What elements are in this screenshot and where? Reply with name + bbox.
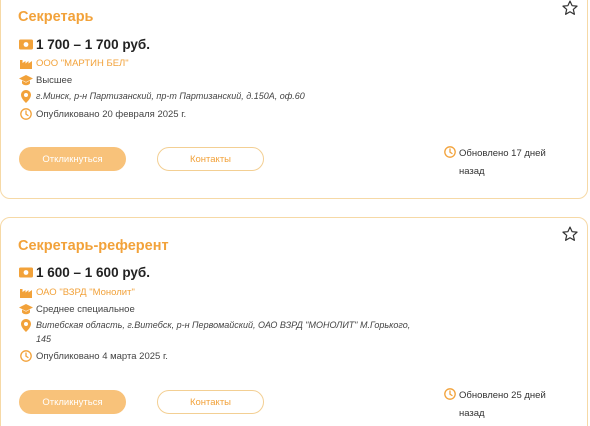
contacts-button[interactable]: Контакты (157, 390, 264, 414)
salary: 1 700 – 1 700 руб. (36, 37, 150, 52)
updated-info: Обновлено 17 дней назад (444, 145, 564, 181)
company-row: ОАО "ВЗРД "Монолит" (19, 285, 135, 299)
updated-text: Обновлено 25 дней (459, 390, 546, 401)
clock-icon (19, 107, 33, 121)
updated-text-2: назад (459, 408, 485, 419)
address-line-1: Витебская область, г.Витебск, р-н Первом… (36, 320, 411, 330)
clock-icon (444, 146, 456, 165)
star-icon[interactable] (561, 0, 579, 17)
company-row: ООО "МАРТИН БЕЛ" (19, 56, 129, 70)
education-row: Высшее (19, 73, 72, 87)
updated-info: Обновлено 25 дней назад (444, 387, 564, 423)
money-icon (19, 266, 33, 280)
published-date: Опубликовано 4 марта 2025 г. (36, 350, 168, 362)
salary: 1 600 – 1 600 руб. (36, 265, 150, 280)
updated-text-2: назад (459, 166, 485, 177)
address-line-2: 145 (36, 334, 52, 344)
location-pin-icon (19, 89, 33, 103)
factory-icon (19, 56, 33, 70)
vacancy-card: Секретарь-референт 1 600 – 1 600 руб. ОА… (0, 217, 588, 426)
education: Высшее (36, 74, 73, 86)
published-date: Опубликовано 20 февраля 2025 г. (36, 108, 187, 120)
vacancy-title[interactable]: Секретарь-референт (18, 238, 169, 254)
apply-button[interactable]: Откликнуться (19, 390, 126, 414)
address: Витебская область, г.Витебск, р-н Первом… (36, 318, 416, 346)
company-link[interactable]: ОАО "ВЗРД "Монолит" (36, 287, 135, 298)
contacts-button[interactable]: Контакты (157, 147, 264, 171)
graduation-cap-icon (19, 302, 33, 316)
factory-icon (19, 285, 33, 299)
location-pin-icon (19, 318, 33, 332)
vacancy-title[interactable]: Секретарь (18, 9, 93, 25)
vacancy-card: Секретарь 1 700 – 1 700 руб. ООО "МАРТИН… (0, 0, 588, 199)
salary-row: 1 600 – 1 600 руб. (19, 265, 150, 280)
address: г.Минск, р-н Партизанский, пр-т Партизан… (36, 89, 416, 103)
education-row: Среднее специальное (19, 302, 135, 316)
graduation-cap-icon (19, 73, 33, 87)
star-icon[interactable] (561, 225, 579, 243)
company-link[interactable]: ООО "МАРТИН БЕЛ" (36, 58, 129, 69)
address-row: Витебская область, г.Витебск, р-н Первом… (19, 318, 416, 346)
published-row: Опубликовано 20 февраля 2025 г. (19, 107, 186, 121)
education: Среднее специальное (36, 303, 135, 315)
apply-button[interactable]: Откликнуться (19, 147, 126, 171)
money-icon (19, 38, 33, 52)
published-row: Опубликовано 4 марта 2025 г. (19, 349, 168, 363)
address-row: г.Минск, р-н Партизанский, пр-т Партизан… (19, 89, 416, 103)
clock-icon (444, 388, 456, 407)
address-line-1: г.Минск, р-н Партизанский, пр-т Партизан… (36, 91, 305, 101)
updated-text: Обновлено 17 дней (459, 148, 546, 159)
salary-row: 1 700 – 1 700 руб. (19, 37, 150, 52)
clock-icon (19, 349, 33, 363)
